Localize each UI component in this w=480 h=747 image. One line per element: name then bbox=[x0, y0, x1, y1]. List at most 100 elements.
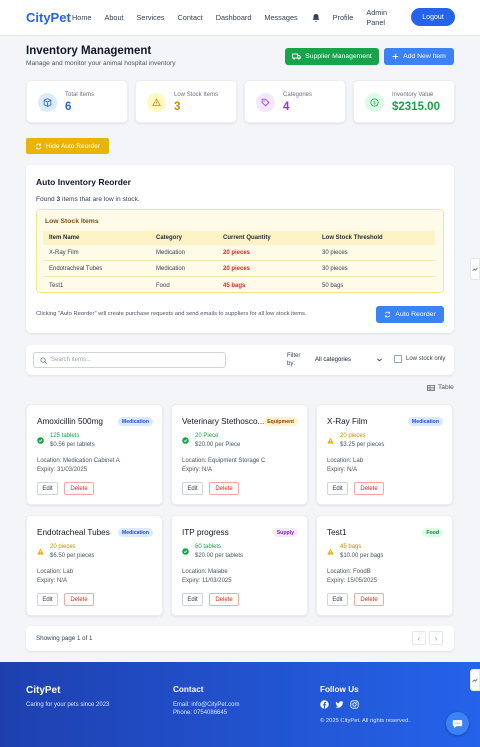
edit-button[interactable]: Edit bbox=[37, 482, 58, 495]
delete-button[interactable]: Delete bbox=[354, 482, 384, 495]
hide-auto-reorder-button[interactable]: Hide Auto Reorder bbox=[26, 138, 109, 154]
nav-services[interactable]: Services bbox=[137, 13, 165, 22]
low-stock-checkbox[interactable] bbox=[394, 355, 402, 363]
filter-bar: Search items... Filter by: All categories… bbox=[26, 345, 454, 375]
nav-dashboard[interactable]: Dashboard bbox=[216, 13, 252, 22]
dollar-icon: $ bbox=[365, 93, 384, 112]
table-cell: Food bbox=[156, 282, 170, 289]
table-cell: 20 pieces bbox=[223, 250, 251, 256]
delete-button[interactable]: Delete bbox=[209, 593, 239, 606]
item-name: Amoxicillin 500mg bbox=[37, 417, 103, 426]
check-circle-icon bbox=[182, 548, 189, 555]
low-stock-only-toggle[interactable]: Low stock only bbox=[394, 355, 445, 363]
nav-contact[interactable]: Contact bbox=[178, 13, 203, 22]
pagination: Showing page 1 of 1 ‹ › bbox=[26, 626, 454, 651]
item-location: Location: Lab bbox=[327, 458, 364, 464]
inventory-card: Veterinary Stethosco... Equipment 20 Piece… bbox=[171, 404, 308, 505]
item-name: Test1 bbox=[327, 528, 347, 537]
prev-page-button[interactable]: ‹ bbox=[412, 631, 426, 645]
facebook-icon[interactable] bbox=[320, 700, 329, 709]
nav-admin-panel[interactable]: Admin Panel bbox=[366, 8, 390, 28]
category-badge: Supply bbox=[272, 528, 298, 537]
footer-phone: Phone: 0754086645 bbox=[173, 710, 228, 716]
delete-button[interactable]: Delete bbox=[64, 482, 94, 495]
found-post: items that are low in stock. bbox=[60, 196, 140, 203]
check-circle-icon bbox=[37, 437, 44, 444]
table-cell: Test1 bbox=[49, 282, 64, 289]
item-quantity: 20 Piece bbox=[195, 433, 219, 439]
twitter-icon[interactable] bbox=[335, 700, 344, 709]
category-badge: Medication bbox=[117, 528, 153, 537]
stat-card-categories: Categories 4 bbox=[244, 80, 346, 123]
page-title: Inventory Management bbox=[26, 45, 152, 57]
side-feedback-tab[interactable] bbox=[470, 258, 480, 280]
chat-button[interactable] bbox=[446, 712, 469, 735]
nav-about[interactable]: About bbox=[104, 13, 123, 22]
found-pre: Found bbox=[36, 196, 57, 203]
item-price: $3.25 per pieces bbox=[340, 442, 385, 448]
table-view-toggle[interactable]: Table bbox=[427, 384, 454, 391]
stat-value: 3 bbox=[174, 101, 181, 113]
box-icon bbox=[38, 93, 57, 112]
logo[interactable]: CityPet bbox=[26, 10, 72, 25]
warning-icon bbox=[327, 548, 334, 555]
footer-email[interactable]: Email: info@CityPet.com bbox=[173, 702, 239, 708]
reorder-title: Auto Inventory Reorder bbox=[36, 177, 131, 187]
category-badge: Food bbox=[422, 528, 443, 537]
low-stock-box: Low Stock Items Item Name Category Curre… bbox=[36, 209, 444, 293]
inventory-card: ITP progress Supply 60 tablets $20.00 per t… bbox=[171, 515, 308, 616]
table-row: Test1 Food 45 bags 50 bags bbox=[43, 278, 435, 293]
category-select[interactable]: All categories bbox=[311, 352, 386, 368]
nav-links: Home About Services Contact Dashboard Me… bbox=[72, 8, 403, 28]
stat-card-low-stock: Low Stock Items 3 bbox=[135, 80, 237, 123]
supplier-management-button[interactable]: Supplier Management bbox=[285, 48, 379, 65]
search-icon bbox=[40, 357, 47, 364]
delete-button[interactable]: Delete bbox=[209, 482, 239, 495]
edit-button[interactable]: Edit bbox=[37, 593, 58, 606]
low-stock-table-header: Item Name Category Current Quantity Low … bbox=[43, 231, 435, 245]
item-price: $20.00 per Piece bbox=[195, 442, 241, 448]
delete-button[interactable]: Delete bbox=[64, 593, 94, 606]
nav-profile[interactable]: Profile bbox=[333, 13, 354, 22]
footer-copyright: © 2025 CityPet. All rights reserved. bbox=[320, 718, 410, 724]
tag-icon bbox=[256, 93, 275, 112]
refresh-icon bbox=[385, 311, 391, 318]
table-cell: 20 pieces bbox=[223, 266, 251, 272]
stat-label: Categories bbox=[283, 92, 313, 98]
search-input[interactable]: Search items... bbox=[33, 352, 226, 368]
next-page-button[interactable]: › bbox=[429, 631, 443, 645]
auto-reorder-button[interactable]: Auto Reorder bbox=[376, 306, 444, 323]
trend-icon bbox=[472, 678, 478, 683]
filter-label-2: by: bbox=[287, 361, 296, 367]
side-feedback-tab-footer[interactable] bbox=[470, 669, 480, 691]
svg-text:$: $ bbox=[373, 100, 376, 106]
bell-icon[interactable] bbox=[311, 13, 321, 23]
category-badge: Medication bbox=[117, 417, 153, 426]
stat-value: $2315.00 bbox=[392, 101, 440, 113]
edit-button[interactable]: Edit bbox=[182, 482, 203, 495]
item-location: Location: Equipment Storage C bbox=[182, 458, 266, 464]
item-price: $6.50 per pieces bbox=[50, 553, 95, 559]
edit-button[interactable]: Edit bbox=[182, 593, 203, 606]
logout-button[interactable]: Logout bbox=[411, 8, 455, 26]
item-expiry: Expiry: N/A bbox=[327, 467, 358, 473]
stat-label: Low Stock Items bbox=[174, 92, 219, 98]
stat-value: 4 bbox=[283, 101, 290, 113]
table-toggle-label: Table bbox=[438, 384, 454, 391]
table-cell: 45 bags bbox=[223, 282, 246, 289]
item-expiry: Expiry: 31/03/2025 bbox=[37, 467, 88, 473]
nav-home[interactable]: Home bbox=[72, 13, 91, 22]
item-name: Veterinary Stethosco... bbox=[182, 417, 265, 426]
nav-messages[interactable]: Messages bbox=[264, 13, 297, 22]
delete-button[interactable]: Delete bbox=[354, 593, 384, 606]
table-icon bbox=[427, 384, 435, 391]
table-cell: 50 bags bbox=[322, 282, 344, 289]
admin-line-1: Admin bbox=[366, 7, 388, 17]
edit-button[interactable]: Edit bbox=[327, 482, 348, 495]
add-new-item-button[interactable]: Add New Item bbox=[384, 48, 454, 65]
instagram-icon[interactable] bbox=[350, 700, 359, 709]
auto-reorder-label: Auto Reorder bbox=[395, 311, 436, 318]
item-quantity: 45 bags bbox=[340, 544, 362, 550]
header-cell: Item Name bbox=[49, 235, 80, 241]
edit-button[interactable]: Edit bbox=[327, 593, 348, 606]
